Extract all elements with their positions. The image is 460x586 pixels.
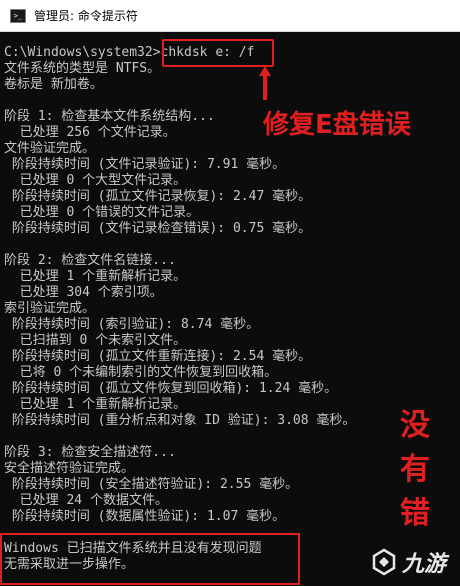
console-line: 阶段 3: 检查安全描述符... [4,445,176,460]
console-line: 阶段 2: 检查文件名链接... [4,253,176,268]
console-line: 阶段 1: 检查基本文件系统结构... [4,109,215,124]
watermark-text: 九游 [402,552,447,577]
jiuyou-logo-icon [372,548,396,576]
console-line: 阶段持续时间 (安全描述符验证): 2.55 毫秒。 [4,477,299,492]
console-line: 文件验证完成。 [4,141,96,156]
console-line: 已扫描到 0 个未索引文件。 [4,333,187,348]
result-highlight-box [0,533,300,585]
console-line: 阶段持续时间 (孤立文件记录恢复): 2.47 毫秒。 [4,189,312,204]
console-line: 卷标是 新加卷。 [4,77,103,92]
console-line: 已处理 1 个重新解析记录。 [4,397,187,412]
console-line: 阶段持续时间 (孤立文件恢复到回收箱): 1.24 毫秒。 [4,381,338,396]
no-error-annotation: 没有错 [400,408,430,531]
console-line: 文件系统的类型是 NTFS。 [4,61,161,76]
console-line: 阶段持续时间 (索引验证): 8.74 毫秒。 [4,317,260,332]
watermark: 九游 [370,546,446,578]
console-line: 已处理 256 个文件记录。 [4,125,176,140]
console-line: 已处理 1 个重新解析记录。 [4,269,187,284]
cmd-icon: >_ [10,8,26,23]
console-line: 已将 0 个未编制索引的文件恢复到回收箱。 [4,365,278,380]
title-bar: >_ 管理员: 命令提示符 [0,0,460,32]
console-line: 阶段持续时间 (数据属性验证): 1.07 毫秒。 [4,509,286,524]
command-highlight-box [162,39,274,67]
console-line: 已处理 0 个错误的文件记录。 [4,205,200,220]
console-line: 已处理 304 个索引项。 [4,285,163,300]
console-line: 安全描述符验证完成。 [4,461,135,476]
console-line: 索引验证完成。 [4,301,96,316]
console-line: 阶段持续时间 (孤立文件重新连接): 2.54 毫秒。 [4,349,312,364]
console-line: 阶段持续时间 (文件记录检查错误): 0.75 毫秒。 [4,221,312,236]
repair-annotation: 修复E盘错误 [263,110,411,140]
console-line: 阶段持续时间 (文件记录验证): 7.91 毫秒。 [4,157,286,172]
arrow-up-icon [259,66,271,100]
window-title: 管理员: 命令提示符 [34,9,138,23]
console-line: 已处理 0 个大型文件记录。 [4,173,187,188]
console-line: 阶段持续时间 (重分析点和对象 ID 验证): 3.08 毫秒。 [4,413,356,428]
console-line: 已处理 24 个数据文件。 [4,493,168,508]
